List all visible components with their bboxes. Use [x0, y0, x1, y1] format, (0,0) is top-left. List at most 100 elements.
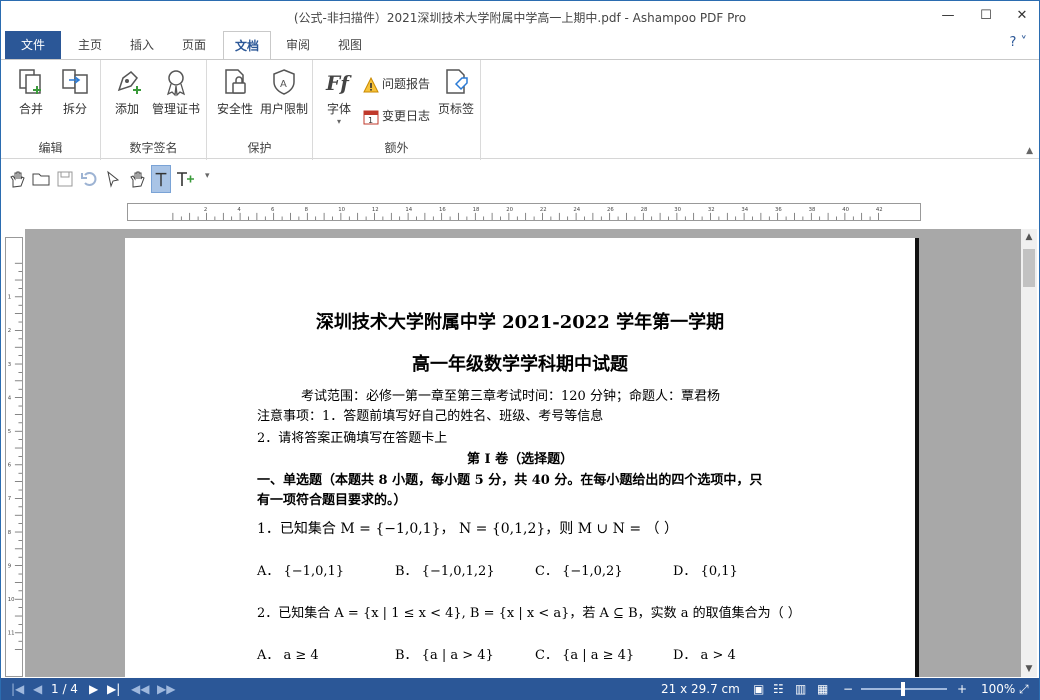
select-arrow-icon[interactable]: [103, 169, 123, 189]
tab-insert[interactable]: 插入: [119, 31, 165, 59]
fonts-button[interactable]: Ff 字体 ▾: [319, 66, 359, 126]
ruler-label: 34: [741, 207, 748, 213]
security-label: 安全性: [216, 102, 253, 116]
collapse-ribbon-icon[interactable]: ▲: [1026, 146, 1033, 156]
zoom-slider-thumb[interactable]: [901, 682, 905, 696]
tab-page[interactable]: 页面: [171, 31, 217, 59]
ruler-label: 10: [338, 207, 345, 213]
merge-button[interactable]: 合并: [11, 66, 51, 117]
problem-report-button[interactable]: 问题报告: [363, 74, 430, 94]
prev-page-icon[interactable]: ◀: [33, 681, 42, 697]
fit-page-icon[interactable]: ⤢: [1019, 681, 1029, 697]
pdf-page: 深圳技术大学附属中学 2021-2022 学年第一学期 高一年级数学学科期中试题…: [125, 238, 919, 677]
continuous-view-icon[interactable]: ☷: [773, 681, 784, 697]
hand-tool-icon[interactable]: [7, 169, 27, 189]
single-choice-heading-line2: 有一项符合题目要求的。）: [257, 493, 407, 508]
page-labels-label: 页标签: [437, 102, 474, 116]
tab-document[interactable]: 文档: [223, 31, 271, 60]
manage-certificates-label: 管理证书: [151, 102, 200, 116]
svg-text:Ff: Ff: [325, 71, 352, 95]
page-indicator[interactable]: 1 / 4: [51, 681, 78, 697]
security-button[interactable]: 安全性: [213, 66, 257, 117]
fonts-label: 字体: [326, 102, 351, 116]
text-tool-icon[interactable]: [151, 165, 171, 193]
ruler-label: 11: [8, 631, 15, 637]
notes-line1: 注意事项：1．答题前填写好自己的姓名、班级、考号等信息: [257, 409, 604, 424]
first-page-icon[interactable]: |◀: [11, 681, 24, 697]
section-title: 第 I 卷（选择题）: [467, 452, 574, 467]
merge-label: 合并: [18, 102, 43, 116]
ruler-label: 32: [708, 207, 715, 213]
add-label: 添加: [114, 102, 139, 116]
split-button[interactable]: 拆分: [55, 66, 95, 117]
scroll-thumb[interactable]: [1023, 249, 1035, 287]
q1-option-b: B． {−1,0,1,2}: [395, 564, 495, 579]
ruler-label: 36: [775, 207, 782, 213]
ruler-label: 2: [204, 207, 207, 213]
status-bar: |◀ ◀ 1 / 4 ▶ ▶| ◀◀ ▶▶ 21 x 29.7 cm ▣ ☷ ▥…: [1, 678, 1039, 700]
undo-icon[interactable]: [79, 169, 99, 189]
ruler-label: 6: [271, 207, 275, 213]
book-view-icon[interactable]: ▦: [817, 681, 828, 697]
maximize-button[interactable]: ☐: [971, 5, 1001, 27]
add-signature-button[interactable]: 添加: [107, 66, 147, 117]
group-protect: 安全性 A 用户限制 保护: [207, 60, 313, 160]
q2-option-b: B． {a | a > 4}: [395, 648, 494, 663]
tab-home[interactable]: 主页: [67, 31, 113, 59]
document-viewport[interactable]: 深圳技术大学附属中学 2021-2022 学年第一学期 高一年级数学学科期中试题…: [25, 229, 1021, 677]
help-button[interactable]: ? ˅: [1009, 35, 1027, 50]
ruler-label: 10: [8, 597, 15, 603]
q2-option-c: C． {a | a ≥ 4}: [535, 648, 635, 663]
ribbon: 合并 拆分 编辑 添加 管理证书 数字签名 安全性 A 用户限制 保护 Ff 字…: [1, 59, 1039, 160]
manage-certificates-button[interactable]: 管理证书: [149, 66, 203, 117]
user-restrictions-label: 用户限制: [259, 102, 308, 116]
changelog-button[interactable]: 1 变更日志: [363, 106, 430, 126]
page-tag-icon: [446, 69, 468, 94]
save-icon[interactable]: [55, 169, 75, 189]
q1-option-c: C． {−1,0,2}: [535, 564, 623, 579]
forward-icon[interactable]: ▶▶: [157, 681, 175, 697]
ruler-label: 8: [8, 530, 12, 536]
zoom-in-icon[interactable]: +: [957, 681, 967, 697]
split-label: 拆分: [62, 102, 87, 116]
ruler-label: 30: [674, 207, 681, 213]
group-extra-label: 额外: [384, 141, 409, 155]
back-icon[interactable]: ◀◀: [131, 681, 149, 697]
tab-file[interactable]: 文件: [5, 31, 61, 59]
user-restrictions-button[interactable]: A 用户限制: [257, 66, 311, 117]
ruler-label: 22: [540, 207, 547, 213]
ruler-label: 6: [8, 463, 12, 469]
add-text-icon[interactable]: [175, 169, 195, 189]
svg-text:A: A: [280, 79, 287, 90]
scroll-up-icon[interactable]: ▲: [1021, 229, 1037, 245]
zoom-out-icon[interactable]: −: [843, 681, 853, 697]
ruler-label: 7: [8, 496, 11, 502]
group-signature-label: 数字签名: [129, 141, 178, 155]
zoom-level[interactable]: 100%: [981, 681, 1015, 697]
facing-view-icon[interactable]: ▥: [795, 681, 806, 697]
scroll-down-icon[interactable]: ▼: [1021, 661, 1037, 677]
chevron-down-icon: ▾: [336, 117, 341, 126]
ruler-label: 4: [237, 207, 241, 213]
tab-review[interactable]: 审阅: [275, 31, 321, 59]
doc-title-line2: 高一年级数学学科期中试题: [412, 354, 628, 375]
exam-info: 考试范围：必修一第一章至第三章考试时间：120 分钟；命题人：覃君杨: [301, 389, 720, 404]
page-labels-button[interactable]: 页标签: [435, 66, 477, 117]
single-page-view-icon[interactable]: ▣: [753, 681, 764, 697]
quick-toolbar: ▾: [1, 161, 1039, 197]
customize-toolbar-icon[interactable]: ▾: [205, 171, 210, 181]
tab-view[interactable]: 视图: [327, 31, 373, 59]
ruler-label: 4: [8, 395, 12, 401]
minimize-button[interactable]: —: [933, 5, 963, 27]
q1-option-a: A． {−1,0,1}: [257, 564, 345, 579]
next-page-icon[interactable]: ▶: [89, 681, 98, 697]
close-button[interactable]: ✕: [1007, 5, 1037, 27]
ruler-label: 38: [809, 207, 816, 213]
group-edit-label: 编辑: [38, 141, 63, 155]
pan-hand-icon[interactable]: [127, 169, 147, 189]
app-window: (公式-非扫描件）2021深圳技术大学附属中学高一上期中.pdf - Asham…: [0, 0, 1040, 700]
vertical-scrollbar[interactable]: ▲ ▼: [1021, 229, 1037, 677]
problem-report-label: 问题报告: [382, 77, 431, 91]
last-page-icon[interactable]: ▶|: [107, 681, 120, 697]
open-folder-icon[interactable]: [31, 169, 51, 189]
